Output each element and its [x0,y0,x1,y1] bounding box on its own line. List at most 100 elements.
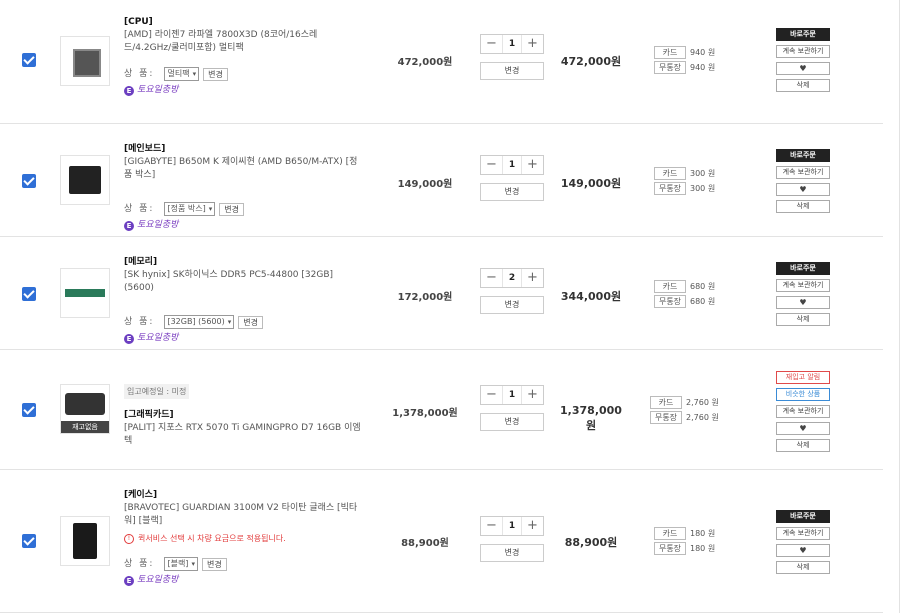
buy-now-button[interactable]: 바로주문 [776,510,830,523]
option-select[interactable]: [블랙] ▾ [164,557,198,571]
delete-button[interactable]: 삭제 [776,79,830,92]
quantity-change-button[interactable]: 변경 [480,183,544,201]
keep-saved-button[interactable]: 계속 보관하기 [776,45,830,58]
info-icon: ! [124,533,134,544]
points-value: 180 원 [690,544,716,553]
item-checkbox[interactable] [22,287,36,301]
unit-price: 472,000원 [397,57,453,68]
product-image[interactable] [60,155,110,205]
quantity-input[interactable]: 1 [502,517,522,535]
quantity-change-button[interactable]: 변경 [480,413,544,431]
option-row: 상 품: 멀티팩 ▾ 변경 [124,67,364,81]
product-image[interactable] [60,516,110,566]
plus-icon[interactable]: + [522,35,543,53]
coupon-link[interactable]: E 토요일충방 [124,219,364,232]
chevron-down-icon: ▾ [192,70,197,78]
chevron-down-icon: ▾ [191,560,195,568]
delete-button[interactable]: 삭제 [776,200,830,213]
plus-icon[interactable]: + [522,156,543,174]
product-image[interactable]: 재고없음 [60,384,110,434]
points-value: 300 원 [690,169,716,178]
option-label: 상 품: [124,558,155,569]
heart-icon[interactable]: ♥ [776,183,830,196]
option-select[interactable]: [정품 박스] ▾ [164,202,216,216]
product-name[interactable]: [SK hynix] SK하이닉스 DDR5 PC5-44800 [32GB] … [124,269,364,295]
total-price: 1,378,000원 [560,404,622,432]
quantity-input[interactable]: 2 [502,269,522,287]
option-select[interactable]: 멀티팩 ▾ [164,67,200,81]
points-value: 2,760 원 [686,398,719,407]
quantity-input[interactable]: 1 [502,35,522,53]
option-row: 상 품: [블랙] ▾ 변경 [124,557,364,571]
item-checkbox[interactable] [22,534,36,548]
keep-saved-button[interactable]: 계속 보관하기 [776,166,830,179]
quantity-stepper: − 1 + [480,34,544,54]
plus-icon[interactable]: + [522,269,543,287]
item-checkbox[interactable] [22,53,36,67]
buy-now-button[interactable]: 바로주문 [776,28,830,41]
option-select[interactable]: [32GB] (5600) ▾ [164,315,235,329]
heart-icon[interactable]: ♥ [776,296,830,309]
plus-icon[interactable]: + [522,386,543,404]
similar-products-button[interactable]: 비슷한 상품 [776,388,830,401]
delete-button[interactable]: 삭제 [776,313,830,326]
minus-icon[interactable]: − [481,35,502,53]
item-checkbox[interactable] [22,403,36,417]
heart-icon[interactable]: ♥ [776,62,830,75]
heart-icon[interactable]: ♥ [776,422,830,435]
product-name[interactable]: [PALIT] 지포스 RTX 5070 Ti GAMINGPRO D7 16G… [124,422,364,448]
points-value: 680 원 [690,297,716,306]
restock-alert-button[interactable]: 재입고 알림 [776,371,830,384]
quantity-stepper: − 1 + [480,385,544,405]
delivery-warning: ! 퀵서비스 선택 시 차량 요금으로 적용됩니다. [124,532,364,545]
item-actions: 재입고 알림 비슷한 상품 계속 보관하기 ♥ 삭제 [776,371,830,456]
option-change-button[interactable]: 변경 [238,315,263,329]
points-type: 카드 [650,396,682,409]
quantity-input[interactable]: 1 [502,156,522,174]
minus-icon[interactable]: − [481,517,502,535]
quantity-input[interactable]: 1 [502,386,522,404]
product-image[interactable] [60,36,110,86]
option-change-button[interactable]: 변경 [203,67,228,81]
coupon-link[interactable]: E 토요일충방 [124,84,364,97]
option-change-button[interactable]: 변경 [219,202,244,216]
unit-price: 88,900원 [401,538,449,549]
plus-icon[interactable]: + [522,517,543,535]
minus-icon[interactable]: − [481,386,502,404]
keep-saved-button[interactable]: 계속 보관하기 [776,527,830,540]
quantity-change-button[interactable]: 변경 [480,62,544,80]
quantity-change-button[interactable]: 변경 [480,544,544,562]
points-value: 940 원 [690,48,716,57]
quantity-change-button[interactable]: 변경 [480,296,544,314]
product-name[interactable]: [BRAVOTEC] GUARDIAN 3100M V2 타이탄 글래스 [빅타… [124,502,364,528]
delete-button[interactable]: 삭제 [776,439,830,452]
coupon-icon: E [124,575,134,586]
option-label: 상 품: [124,203,155,214]
product-name[interactable]: [AMD] 라이젠7 라파엘 7800X3D (8코어/16스레드/4.2GHz… [124,29,364,55]
points-type: 카드 [654,527,686,540]
item-checkbox[interactable] [22,174,36,188]
minus-icon[interactable]: − [481,269,502,287]
coupon-link[interactable]: E 토요일충방 [124,332,364,345]
option-label: 상 품: [124,68,155,79]
product-image[interactable] [60,268,110,318]
chevron-down-icon: ▾ [227,318,232,326]
product-info: 입고예정일 : 미정 [그래픽카드] [PALIT] 지포스 RTX 5070 … [124,384,364,448]
coupon-link[interactable]: E 토요일충방 [124,574,364,587]
restock-date: 입고예정일 : 미정 [124,384,190,399]
minus-icon[interactable]: − [481,156,502,174]
option-change-button[interactable]: 변경 [201,557,227,571]
soldout-badge: 재고없음 [61,421,109,433]
keep-saved-button[interactable]: 계속 보관하기 [776,279,830,292]
delete-button[interactable]: 삭제 [776,561,830,574]
keep-saved-button[interactable]: 계속 보관하기 [776,405,830,418]
total-price: 472,000원 [560,55,622,68]
quantity-control: − 1 + 변경 [480,516,544,562]
buy-now-button[interactable]: 바로주문 [776,262,830,275]
heart-icon[interactable]: ♥ [776,544,830,557]
coupon-icon: E [124,85,134,96]
product-name[interactable]: [GIGABYTE] B650M K 제이씨현 (AMD B650/M-ATX)… [124,156,364,182]
quantity-control: − 2 + 변경 [480,268,544,314]
buy-now-button[interactable]: 바로주문 [776,149,830,162]
coupon-icon: E [124,220,134,231]
